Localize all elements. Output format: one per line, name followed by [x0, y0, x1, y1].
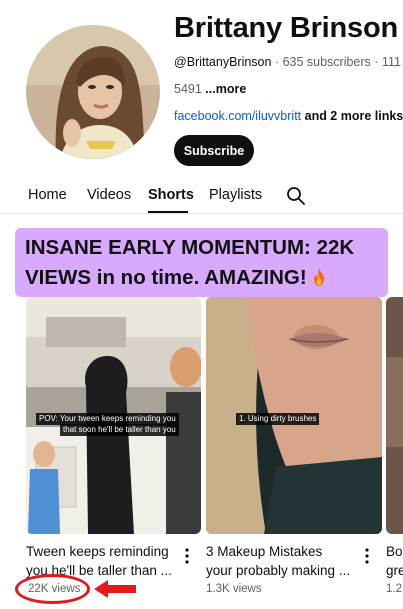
short-views-3: 1.2 [386, 583, 402, 595]
search-icon[interactable] [286, 186, 306, 206]
meta-separator: · [271, 55, 283, 69]
short-thumbnail-3[interactable] [386, 297, 403, 534]
banner-line-2: VIEWS in no time. AMAZING! [25, 263, 378, 293]
short-title-3-line2[interactable]: gre [386, 561, 403, 580]
active-tab-indicator [148, 211, 188, 213]
more-link[interactable]: ...more [205, 82, 246, 96]
promo-banner: INSANE EARLY MOMENTUM: 22K VIEWS in no t… [15, 228, 388, 297]
short-title-2-line1[interactable]: 3 Makeup Mistakes [206, 542, 322, 561]
channel-name: Brittany Brinson [174, 12, 398, 44]
short-thumbnail-1[interactable]: POV: Your tween keeps reminding you that… [26, 297, 201, 534]
short-title-2-line2[interactable]: your probably making ... [206, 561, 350, 580]
more-links-link[interactable]: and 2 more links [301, 109, 403, 123]
channel-handle: @BrittanyBrinson [174, 55, 272, 69]
more-options-icon[interactable] [184, 548, 190, 564]
channel-avatar[interactable] [26, 25, 160, 159]
short-overlay-caption-1b: that soon he'll be taller than you [60, 424, 179, 436]
description-text: 5491 [174, 82, 202, 96]
more-options-icon[interactable] [364, 548, 370, 564]
tab-home[interactable]: Home [28, 187, 67, 203]
meta-separator-2: · [370, 55, 382, 69]
channel-meta: @BrittanyBrinson · 635 subscribers · 111… [174, 55, 403, 69]
short-overlay-caption-2: 1. Using dirty brushes [236, 413, 320, 425]
short-title-3-line1[interactable]: Bo [386, 542, 403, 561]
short-title-1-line1[interactable]: Tween keeps reminding [26, 542, 169, 561]
annotation-circle [15, 574, 90, 604]
short-thumbnail-3-image [386, 297, 403, 534]
subscriber-count: 635 subscribers [282, 55, 371, 69]
annotation-arrow-icon [94, 580, 136, 598]
facebook-link[interactable]: facebook.com/iluvvbritt [174, 109, 301, 123]
fire-icon [313, 267, 324, 286]
banner-line-1: INSANE EARLY MOMENTUM: 22K [25, 235, 355, 259]
short-thumbnail-2[interactable]: 1. Using dirty brushes [206, 297, 382, 534]
channel-tabs: Home Videos Shorts Playlists [0, 178, 403, 214]
avatar-photo [26, 25, 160, 159]
subscribe-button[interactable]: Subscribe [174, 135, 254, 166]
short-views-2: 1.3K views [206, 583, 262, 595]
tab-videos[interactable]: Videos [87, 187, 131, 203]
channel-links: facebook.com/iluvvbritt and 2 more links [174, 109, 403, 123]
channel-description[interactable]: 5491 ...more [174, 82, 246, 96]
tab-playlists[interactable]: Playlists [209, 187, 262, 203]
tab-shorts[interactable]: Shorts [148, 187, 194, 203]
banner-line-2-text: VIEWS in no time. AMAZING! [25, 265, 307, 289]
video-count: 111 vi [381, 55, 403, 69]
